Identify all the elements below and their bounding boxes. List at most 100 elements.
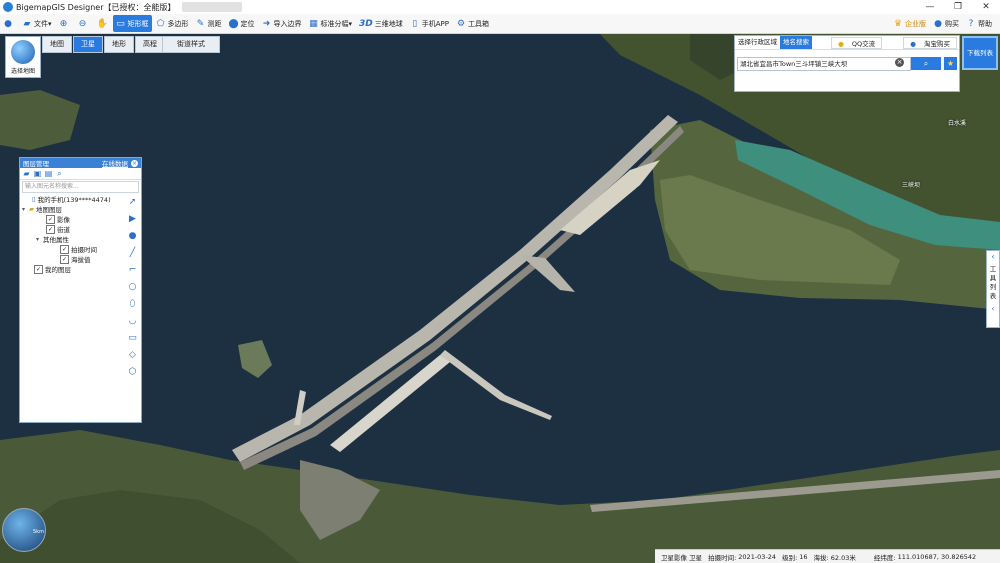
purchase-button[interactable]: ● 购买 [930, 15, 962, 32]
tree-row[interactable]: ▾ 其他属性 [20, 234, 124, 245]
window-controls: — ❐ ✕ [916, 0, 1000, 14]
search-button[interactable]: ⌕ [911, 57, 941, 70]
taobao-buy-button[interactable]: ● 淘宝购买 [903, 36, 957, 49]
checkbox[interactable]: ✓ [34, 264, 43, 274]
curve-icon[interactable]: ◡ [126, 313, 139, 330]
qq-chat-button[interactable]: ● QQ交流 [831, 36, 883, 49]
street-style-button[interactable]: 街道样式 [162, 36, 220, 53]
overview-minimap[interactable]: 5km [2, 508, 46, 552]
locate-button[interactable]: ⬤ 定位 [226, 15, 258, 32]
arrow-icon[interactable]: ➚ [126, 194, 139, 211]
checkbox[interactable]: ✓ [46, 224, 55, 234]
tree-row[interactable]: ▯ 我的手机(139****4474) [20, 194, 124, 204]
eraser-icon[interactable]: ◇ [126, 347, 139, 364]
globe-menu-button[interactable]: ● [0, 15, 18, 32]
rectangle-select-icon: ▭ [116, 18, 125, 29]
enterprise-button[interactable]: ♛ 企业版 [890, 15, 929, 32]
status-shot-time: 2021-03-24 [738, 552, 777, 561]
place-search-input[interactable]: 湖北省宜昌市Town三斗坪镇三峡大坝 [737, 57, 911, 71]
chevron-left-icon[interactable]: ‹ [987, 251, 999, 263]
tree-row[interactable]: ▾ ▰ 地图图层 [20, 204, 124, 214]
tab-elevation[interactable]: 高程 [135, 36, 165, 53]
status-zoom: 16 [799, 552, 808, 561]
favorite-button[interactable]: ★ [944, 57, 957, 70]
globe-icon: ● [4, 18, 12, 29]
checkbox[interactable]: ✓ [46, 214, 55, 224]
export-icon[interactable]: ▤ [44, 169, 53, 178]
close-icon[interactable]: × [131, 159, 138, 167]
status-coord-label: 经纬度: [873, 553, 896, 562]
region-search-panel: 选择行政区域 地名搜索 ● QQ交流 ● 淘宝购买 湖北省宜昌市Town三斗坪镇… [734, 35, 960, 92]
import-arrow-icon: ➜ [262, 18, 271, 29]
tab-satellite[interactable]: 卫星 [73, 36, 103, 53]
main-toolbar: ● ▰ 文件 ▾ ⊕ ⊖ ✋ ▭ 矩形框 ⬠ 多边形 ✎ 测距 ⬤ 定位 ➜ 导入边界 ▦ 标准… [0, 14, 1000, 34]
standard-sheet-button[interactable]: ▦ 标准分幅 ▾ [306, 15, 356, 32]
search-icon: ⌕ [923, 59, 929, 68]
folder-icon: ▰ [29, 205, 34, 213]
location-pin-icon: ⬤ [228, 18, 239, 29]
rectangle-select-button[interactable]: ▭ 矩形框 [112, 15, 152, 32]
zoom-out-button[interactable]: ⊖ [75, 15, 93, 32]
tree-row[interactable]: ✓ 影像 [20, 214, 124, 224]
clear-search-icon[interactable]: × [895, 58, 904, 67]
taobao-icon: ● [910, 39, 916, 48]
polyline-icon[interactable]: ⌐ [126, 262, 139, 279]
pan-button[interactable]: ✋ [94, 15, 112, 32]
checkbox[interactable]: ✓ [60, 254, 69, 264]
polygon-icon: ⬠ [156, 18, 165, 29]
open-folder-icon[interactable]: ▰ [22, 169, 31, 178]
satellite-map[interactable]: 三峡坝 白水溪 [0, 34, 1000, 563]
line-icon[interactable]: ╱ [126, 245, 139, 262]
3d-icon: 3D [359, 18, 373, 29]
file-menu-button[interactable]: ▰ 文件 ▾ [19, 15, 55, 32]
satellite-imagery [0, 34, 1000, 563]
layer-panel-header: 图层管理 在线数据 × [20, 158, 141, 168]
close-button[interactable]: ✕ [972, 0, 1000, 14]
marker-icon[interactable]: ● [126, 228, 139, 245]
tab-map[interactable]: 地图 [42, 36, 72, 53]
tab-place-search[interactable]: 地名搜索 [780, 36, 812, 49]
import-boundary-button[interactable]: ➜ 导入边界 [259, 15, 305, 32]
help-button[interactable]: ? 帮助 [963, 15, 995, 32]
layer-toolbar: ▰ ▣ ▤ ⌕ [20, 168, 141, 180]
search-icon[interactable]: ⌕ [55, 169, 64, 178]
tree-row[interactable]: ✓ 海拔值 [20, 254, 124, 264]
layer-search-input[interactable]: 输入图元名称搜索... [22, 181, 139, 193]
draw-tools: ➚ ▶ ● ╱ ⌐ ○ ⬯ ◡ ▭ ◇ ⬡ [126, 194, 139, 381]
save-icon[interactable]: ▣ [33, 169, 42, 178]
tree-row[interactable]: ✓ 拍摄时间 [20, 244, 124, 254]
app-title: BigemapGIS Designer【已授权：全能版】 [16, 2, 176, 12]
tool-list-panel[interactable]: ‹ 工具列表 ‹ [986, 250, 1000, 328]
map-label: 白水溪 [948, 120, 967, 127]
mobile-app-button[interactable]: ▯ 手机APP [407, 15, 452, 32]
tree-row[interactable]: ✓ 我的图层 [20, 264, 124, 274]
3d-earth-button[interactable]: 3D 三维地球 [356, 15, 406, 32]
tree-row[interactable]: ✓ 街道 [20, 224, 124, 234]
phone-icon: ▯ [412, 18, 418, 29]
checkbox[interactable]: ✓ [60, 244, 69, 254]
phone-icon: ▯ [32, 195, 36, 203]
tab-select-region[interactable]: 选择行政区域 [735, 36, 780, 49]
maximize-button[interactable]: ❐ [944, 0, 972, 14]
choose-map-button[interactable]: 选择地图 [5, 36, 41, 78]
polygon-icon[interactable]: ⬡ [126, 364, 139, 381]
app-logo-icon [3, 2, 13, 12]
layer-panel-title: 图层管理 [23, 160, 49, 168]
rectangle-icon[interactable]: ▭ [126, 330, 139, 347]
pointer-icon[interactable]: ▶ [126, 211, 139, 228]
download-list-button[interactable]: 下载列表 [962, 36, 998, 70]
zoom-in-button[interactable]: ⊕ [56, 15, 74, 32]
ellipse-icon[interactable]: ⬯ [126, 296, 139, 313]
status-coord: 111.010687, 30.826542 [897, 552, 977, 561]
minimize-button[interactable]: — [916, 0, 944, 14]
status-layer: 卫星影像 卫星 [661, 553, 703, 562]
toolbox-button[interactable]: ⚙ 工具箱 [453, 15, 492, 32]
grid-icon: ▦ [309, 18, 318, 29]
measure-button[interactable]: ✎ 测距 [193, 15, 225, 32]
online-data-link[interactable]: 在线数据 [102, 158, 128, 168]
tab-terrain[interactable]: 地形 [104, 36, 134, 53]
polygon-button[interactable]: ⬠ 多边形 [153, 15, 192, 32]
status-elev-label: 海拔: [813, 553, 829, 562]
chevron-left-icon[interactable]: ‹ [987, 303, 999, 315]
circle-icon[interactable]: ○ [126, 279, 139, 296]
